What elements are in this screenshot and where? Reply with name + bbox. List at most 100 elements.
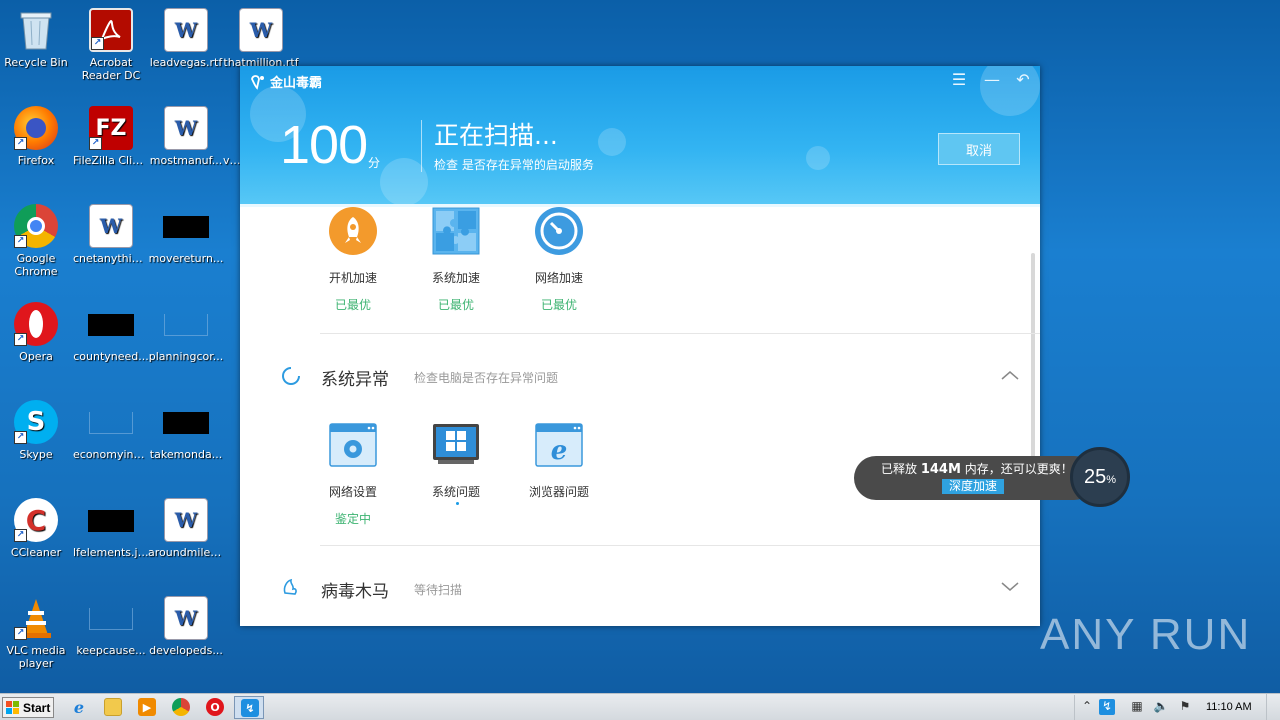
tray-volume-icon[interactable]: 🔈 [1153,699,1169,715]
tray-flag-icon[interactable]: ⚑ [1177,699,1193,715]
desktop-icon-cnetanythin[interactable]: W cnetanythin... [73,204,149,265]
shortcut-arrow-icon: ↗ [14,235,27,248]
memory-usage-ring[interactable]: 25% [1070,447,1130,507]
speed-item-network[interactable]: 网络加速 已最优 [514,207,604,313]
desktop-icon-skype[interactable]: S ↗ Skype [0,400,74,461]
desktop-icon-label: takemonda... [149,448,223,461]
desktop-icon-countyneed[interactable]: countyneed... [73,302,149,363]
vlc-cone-icon: ↗ [14,596,58,640]
menu-icon[interactable]: ☰ [947,70,971,89]
cancel-button[interactable]: 取消 [938,133,1020,165]
desktop-icon-label: countyneed... [73,350,149,363]
header-divider [421,120,422,172]
media-player-taskbar-icon[interactable]: ▶ [138,698,156,716]
firefox-icon: ↗ [14,106,58,150]
duba-logo-icon [251,74,264,90]
system-item-browser-issues[interactable]: e 浏览器问题 [514,421,604,500]
score-value: 100 [280,115,368,175]
duba-taskbar-icon: ↯ [241,699,259,717]
desktop-icon-mostmanuf[interactable]: W mostmanuf... [148,106,224,167]
desktop-icon-opera[interactable]: ↗ Opera [0,302,74,363]
desktop-icon-lfelements[interactable]: lfelements.jpg [73,498,149,559]
speed-item-status: 已最优 [540,298,577,312]
desktop-icon-takemonda[interactable]: takemonda... [148,400,224,461]
taskbar-clock[interactable]: 11:10 AM [1206,701,1252,713]
ie-taskbar-icon[interactable]: e [70,698,88,717]
shortcut-arrow-icon: ↗ [14,627,27,640]
desktop-icon-firefox[interactable]: ↗ Firefox [0,106,74,167]
desktop-icon-label: CCleaner [10,546,62,559]
section-divider [320,333,1040,334]
duba-taskbar-button[interactable]: ↯ [234,696,264,719]
desktop-icon-recycle-bin[interactable]: Recycle Bin [0,8,74,69]
tray-duba-icon[interactable]: ↯ [1099,699,1115,715]
desktop-icon-economyindi[interactable]: economyindi... [73,400,149,461]
desktop-icon-filezilla[interactable]: FZ ↗ FileZilla Client [73,106,149,167]
section-subtitle-virus: 等待扫描 [414,583,463,597]
desktop-icon-label: cnetanythin... [73,252,149,265]
deep-boost-button[interactable]: 深度加速 [942,479,1005,494]
start-button[interactable]: Start [2,697,54,718]
skype-icon: S ↗ [14,400,58,444]
memory-percent-sign: % [1106,474,1117,486]
speed-item-label: 开机加速 [328,271,377,285]
svg-text:e: e [551,436,568,466]
anyrun-watermark: ANY RUN [1040,610,1252,659]
window-header: 金山毒霸 ☰ — ↶ 100 分 正在扫描... 检查 是否存在异常的启动服务 … [240,66,1040,206]
desktop-icon-keepcause[interactable]: keepcause... [73,596,149,657]
system-item-label: 系统问题 [431,485,480,499]
progress-dot [456,502,459,505]
section-divider [320,545,1040,546]
speed-item-status: 已最优 [334,298,371,312]
puzzle-icon [432,207,480,255]
tray-expand-icon[interactable]: ⌃ [1079,699,1095,715]
recycle-bin-icon [14,8,58,52]
duba-window: 金山毒霸 ☰ — ↶ 100 分 正在扫描... 检查 是否存在异常的启动服务 … [240,66,1040,626]
word-document-icon: W [164,106,208,150]
desktop-icon-movereturn[interactable]: movereturn... [148,204,224,265]
opera-icon: ↗ [14,302,58,346]
shortcut-arrow-icon: ↗ [91,37,104,50]
scan-results-panel: 开机加速 已最优 系统加速 已最优 网络加速 已最优 系统异常 检查电脑是否存在… [240,207,1040,626]
desktop-icon-developeds[interactable]: W developeds... [148,596,224,657]
desktop-icon-label: Firefox [17,154,55,167]
speed-item-boot[interactable]: 开机加速 已最优 [308,207,398,313]
windows-logo-icon [6,700,19,714]
system-item-network-settings[interactable]: 网络设置 鉴定中 [308,421,398,527]
desktop-icon-thatmillion[interactable]: W thatmillion.rtf [223,8,299,69]
score-unit: 分 [368,156,381,170]
desktop-icon-leadvegas[interactable]: W leadvegas.rtf [148,8,224,69]
memory-message: 已释放 144M 内存，还可以更爽！ [881,460,1073,477]
loading-spinner-icon [282,367,300,385]
desktop-icon-label: Acrobat Reader DC [81,56,141,82]
word-document-icon: W [164,498,208,542]
desktop-icon-vlc[interactable]: ↗ VLC media player [0,596,74,670]
desktop-icon-label: keepcause... [76,644,146,657]
desktop-icon-ccleaner[interactable]: C ↗ CCleaner [0,498,74,559]
section-title-virus: 病毒木马 [321,582,389,602]
memory-percent: 25 [1083,465,1107,488]
desktop-icon-acrobat[interactable]: ↗ Acrobat Reader DC [73,8,149,82]
close-back-icon[interactable]: ↶ [1011,70,1035,89]
desktop-icon-planningcor[interactable]: planningcor... [148,302,224,363]
chevron-up-icon[interactable] [1001,370,1019,380]
chrome-taskbar-icon[interactable] [172,698,190,716]
desktop-icon-label: Google Chrome [14,252,58,278]
app-title-text: 金山毒霸 [270,76,323,91]
system-item-system-issues[interactable]: 系统问题 [411,421,501,500]
desktop-icon-aroundmiles[interactable]: W aroundmiles... [148,498,224,559]
shortcut-arrow-icon: ↗ [14,333,27,346]
scrollbar[interactable] [1031,253,1035,471]
minimize-icon[interactable]: — [980,70,1004,89]
show-desktop-button[interactable] [1266,694,1280,720]
chevron-down-icon[interactable] [1001,582,1019,592]
desktop-icon-chrome[interactable]: ↗ Google Chrome [0,204,74,278]
opera-taskbar-icon[interactable]: O [206,698,224,716]
folder-taskbar-icon[interactable] [104,698,122,716]
file-thumbnail-icon [163,216,209,238]
filezilla-icon: FZ ↗ [89,106,133,150]
speed-item-system[interactable]: 系统加速 已最优 [411,207,501,313]
memory-text-prefix: 已释放 [881,462,918,476]
desktop-icon-label: movereturn... [148,252,224,265]
tray-network-icon[interactable]: ▦ [1129,699,1145,715]
